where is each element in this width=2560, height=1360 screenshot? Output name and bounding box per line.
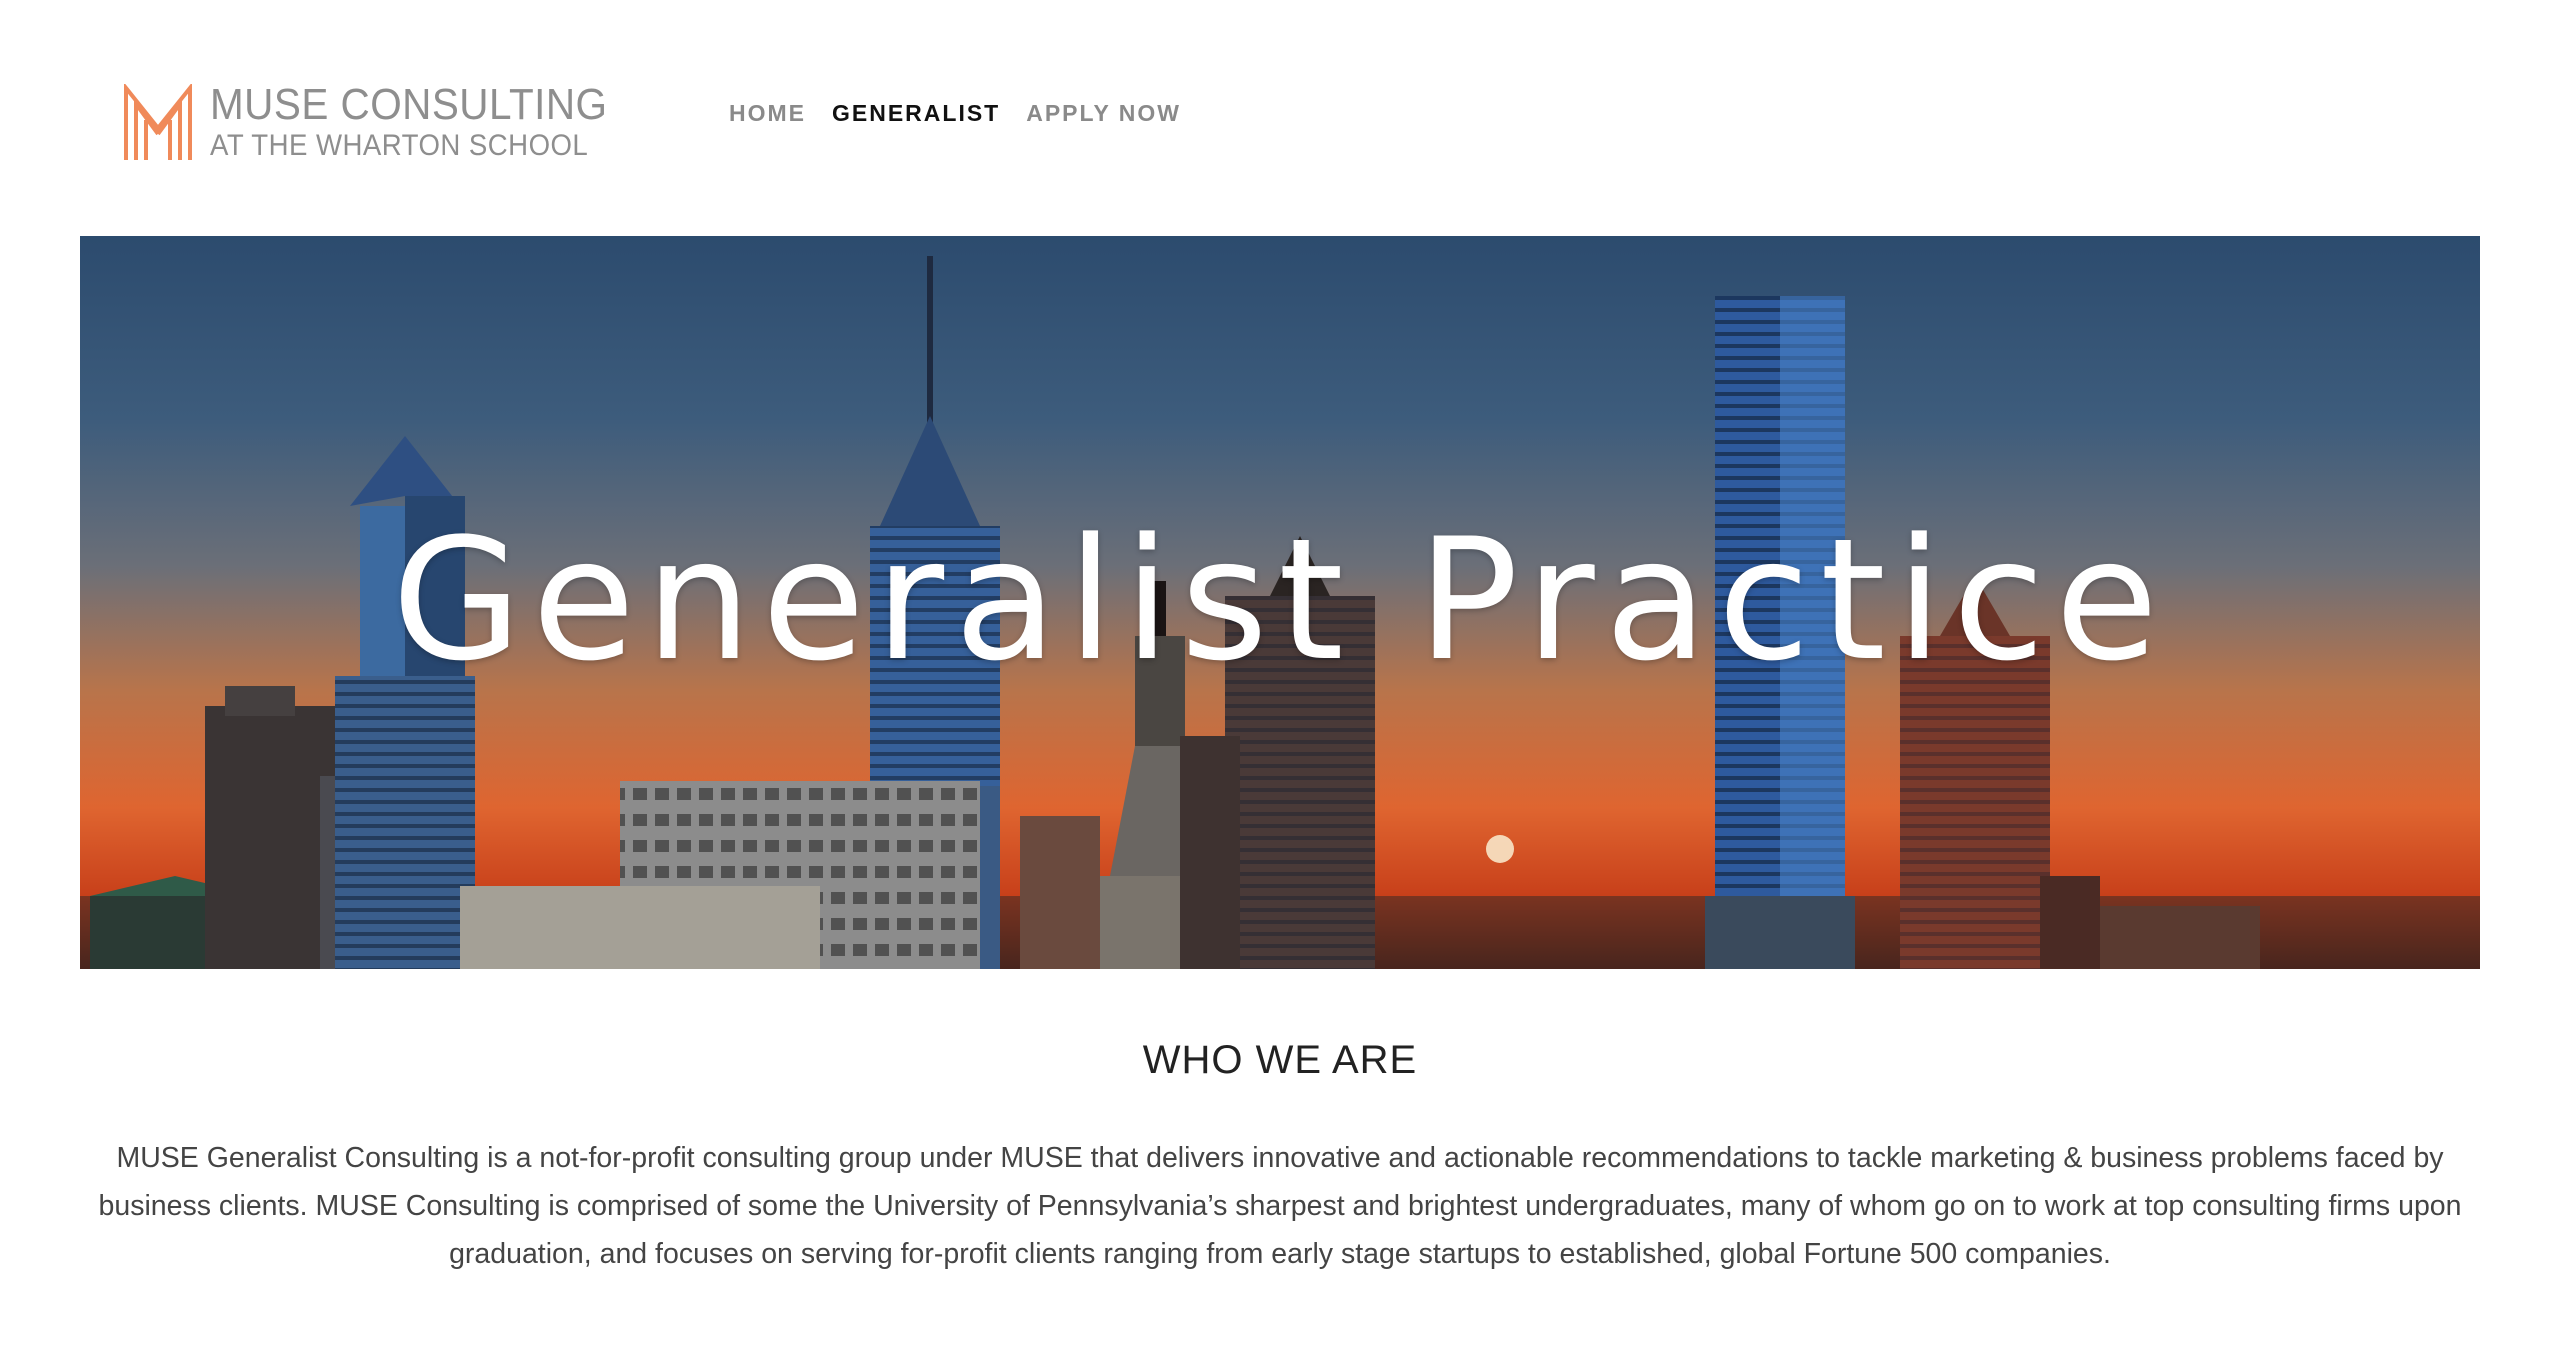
- nav-home[interactable]: HOME: [729, 100, 806, 127]
- nav-apply-now[interactable]: APPLY NOW: [1026, 100, 1181, 127]
- logo-text: MUSE CONSULTING AT THE WHARTON SCHOOL: [210, 82, 642, 164]
- site-header: MUSE CONSULTING AT THE WHARTON SCHOOL HO…: [0, 0, 2560, 236]
- section-heading: WHO WE ARE: [1142, 1038, 1418, 1082]
- nav-generalist[interactable]: GENERALIST: [832, 100, 1000, 127]
- hero-title: Generalist Practice: [391, 502, 2169, 698]
- hero-banner: Generalist Practice: [80, 236, 2480, 969]
- main-nav: HOME GENERALIST APPLY NOW: [729, 100, 1181, 127]
- site-logo[interactable]: MUSE CONSULTING AT THE WHARTON SCHOOL: [122, 82, 642, 164]
- logo-subtitle: AT THE WHARTON SCHOOL: [210, 129, 589, 162]
- section-body: MUSE Generalist Consulting is a not-for-…: [98, 1142, 2462, 1270]
- muse-logo-icon: [124, 84, 192, 160]
- logo-title: MUSE CONSULTING: [210, 80, 608, 129]
